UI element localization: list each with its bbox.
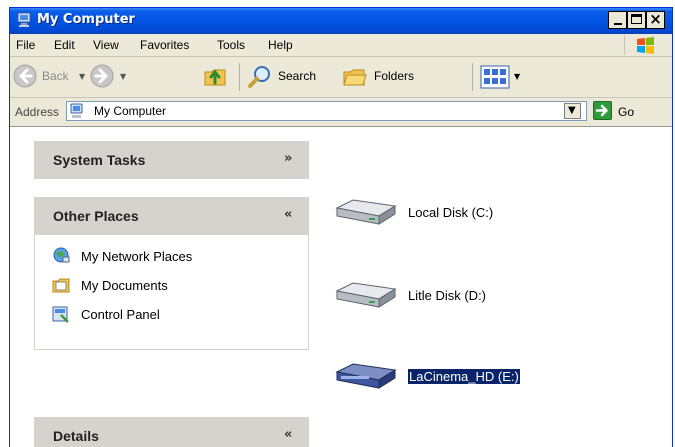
chevron-down-icon: ▼	[568, 105, 576, 116]
forward-button[interactable]: ▼	[90, 64, 130, 90]
close-button[interactable]: ×	[646, 11, 665, 29]
task-pane: System Tasks » Other Places « My Network…	[10, 127, 320, 447]
place-label: Control Panel	[81, 307, 160, 322]
drive-label: LaCinema_HD (E:)	[407, 368, 521, 385]
details-panel: Details «	[34, 417, 309, 447]
folders-label: Folders	[374, 69, 415, 83]
go-arrow-icon	[595, 104, 608, 117]
other-places-body: My Network Places My Documents Control P…	[34, 235, 309, 350]
forward-dropdown-icon: ▼	[120, 72, 127, 81]
menu-help[interactable]: Help	[268, 38, 293, 52]
forward-arrow-icon	[90, 64, 114, 88]
folders-icon	[343, 69, 367, 86]
title-bar[interactable]: My Computer ×	[10, 8, 672, 34]
place-label: My Network Places	[81, 249, 193, 264]
minimize-button[interactable]	[608, 11, 627, 29]
menu-edit[interactable]: Edit	[54, 38, 75, 52]
address-bar: Address My Computer ▼ Go	[10, 98, 672, 127]
search-icon	[248, 66, 270, 88]
other-places-title: Other Places	[53, 208, 139, 224]
other-places-panel: Other Places « My Network Places My Docu…	[34, 197, 309, 350]
collapse-chevron-icon[interactable]: «	[284, 427, 292, 442]
views-dropdown-icon: ▼	[514, 72, 521, 81]
standard-toolbar: Back ▼ ▼ Search Folders ▼	[10, 57, 672, 98]
back-label: Back	[42, 69, 69, 83]
expand-chevron-icon[interactable]: »	[284, 151, 292, 166]
details-header[interactable]: Details «	[34, 417, 309, 447]
up-folder-icon[interactable]	[202, 63, 228, 89]
windows-flag-icon	[637, 37, 654, 54]
menu-view[interactable]: View	[93, 38, 119, 52]
address-value: My Computer	[94, 104, 167, 118]
place-label: My Documents	[81, 278, 168, 293]
address-label: Address	[15, 105, 60, 119]
folders-button[interactable]: Folders	[342, 64, 442, 90]
media-drive-icon	[335, 363, 397, 389]
windows-logo-area	[624, 35, 667, 55]
hard-disk-icon	[335, 282, 397, 308]
system-tasks-panel: System Tasks »	[34, 141, 309, 179]
my-computer-window: My Computer × File Edit View Favorites T…	[9, 7, 673, 447]
go-label[interactable]: Go	[618, 105, 634, 119]
menu-favorites[interactable]: Favorites	[140, 38, 189, 52]
address-dropdown-button[interactable]: ▼	[564, 103, 581, 119]
close-icon: ×	[649, 10, 662, 28]
system-tasks-header[interactable]: System Tasks »	[34, 141, 309, 179]
toolbar-separator	[472, 63, 473, 91]
drive-label: Local Disk (C:)	[408, 205, 494, 220]
go-button[interactable]	[593, 101, 612, 120]
network-places-icon	[53, 247, 70, 263]
views-button[interactable]: ▼	[480, 64, 528, 90]
window-title: My Computer	[37, 12, 135, 27]
details-title: Details	[53, 428, 99, 444]
toolbar-separator	[239, 63, 240, 91]
content-area: System Tasks » Other Places « My Network…	[10, 127, 672, 447]
address-input[interactable]: My Computer	[66, 101, 587, 121]
documents-folder-icon	[52, 278, 70, 293]
views-icon	[480, 65, 510, 89]
maximize-button[interactable]	[627, 11, 646, 29]
back-dropdown-icon: ▼	[79, 72, 86, 81]
menu-bar: File Edit View Favorites Tools Help	[10, 34, 672, 57]
collapse-chevron-icon[interactable]: «	[284, 207, 292, 222]
other-places-header[interactable]: Other Places «	[34, 197, 309, 235]
search-label: Search	[278, 69, 317, 83]
menu-tools[interactable]: Tools	[217, 38, 245, 52]
my-computer-icon	[17, 12, 31, 27]
drive-label: Litle Disk (D:)	[408, 288, 487, 303]
minimize-icon	[614, 23, 622, 25]
control-panel-icon	[52, 306, 69, 323]
menu-file[interactable]: File	[16, 38, 35, 52]
maximize-icon	[631, 14, 642, 24]
system-tasks-title: System Tasks	[53, 152, 146, 168]
my-computer-icon	[70, 103, 83, 118]
hard-disk-icon	[335, 199, 397, 225]
search-button[interactable]: Search	[247, 64, 342, 90]
back-arrow-icon	[13, 64, 37, 88]
